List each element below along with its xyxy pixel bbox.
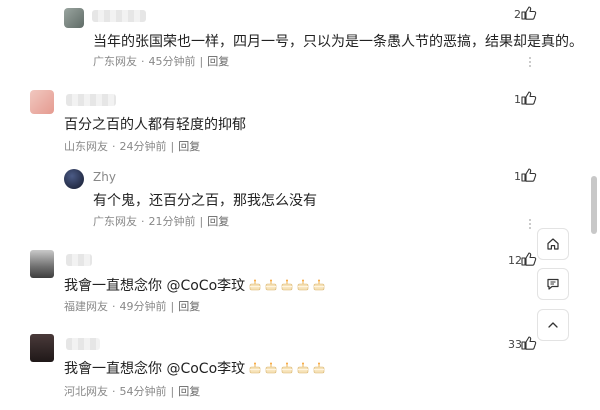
cake-emoji [313, 279, 325, 291]
comment-icon [547, 278, 559, 290]
location-label: 广东网友 [93, 215, 137, 228]
home-button[interactable] [537, 228, 569, 260]
comment-meta: 福建网友 · 49分钟前 | 回复 [64, 300, 201, 313]
chevron-up-icon [548, 322, 558, 328]
avatar[interactable] [30, 334, 54, 362]
avatar[interactable] [64, 8, 84, 28]
location-label: 广东网友 [93, 55, 137, 68]
thumbs-up-icon[interactable] [521, 252, 537, 266]
username[interactable] [92, 10, 146, 22]
username[interactable] [66, 254, 92, 266]
avatar[interactable] [64, 169, 84, 189]
reply-item: Zhy 有个鬼，还百分之百，那我怎么没有 广东网友 · 21分钟前 | 回复 1 [0, 162, 590, 242]
comment-meta: 广东网友 · 21分钟前 | 回复 [93, 215, 230, 228]
home-icon [547, 238, 559, 250]
reply-button[interactable]: 回复 [207, 215, 229, 228]
comment-meta: 河北网友 · 54分钟前 | 回复 [64, 385, 201, 398]
like-count: 33 [508, 338, 522, 351]
comment-text: 有个鬼，还百分之百，那我怎么没有 [93, 193, 317, 209]
comment-item: 百分之百的人都有轻度的抑郁 山东网友 · 24分钟前 | 回复 1 [0, 82, 590, 162]
comment-text: 百分之百的人都有轻度的抑郁 [64, 117, 246, 133]
thumbs-up-icon[interactable] [521, 168, 537, 182]
location-label: 福建网友 [64, 300, 108, 313]
like-count: 12 [508, 254, 522, 267]
comment-item: 我會一直想念你 @CoCo李玟 河北网友 · 54分钟前 | 回复 33 [0, 326, 590, 410]
more-icon[interactable] [528, 56, 532, 68]
cake-emoji [265, 362, 277, 374]
time-label: 54分钟前 [119, 385, 167, 398]
username[interactable] [66, 338, 100, 350]
avatar[interactable] [30, 250, 54, 278]
more-icon[interactable] [528, 218, 532, 230]
time-label: 24分钟前 [119, 140, 167, 153]
cake-emoji [249, 279, 261, 291]
thumbs-up-icon[interactable] [521, 336, 537, 350]
reply-button[interactable]: 回复 [178, 385, 200, 398]
cake-emoji [249, 362, 261, 374]
comment-text: 当年的张国荣也一样，四月一号，只以为是一条愚人节的恶搞，结果却是真的。 [93, 34, 583, 50]
comment-item: 我會一直想念你 @CoCo李玟 福建网友 · 49分钟前 | 回复 12 [0, 242, 590, 320]
reply-button[interactable]: 回复 [178, 140, 200, 153]
scroll-top-button[interactable] [537, 309, 569, 341]
time-label: 21分钟前 [148, 215, 196, 228]
thumbs-up-icon[interactable] [521, 91, 537, 105]
comment-text: 我會一直想念你 @CoCo李玟 [64, 277, 325, 295]
reply-button[interactable]: 回复 [207, 55, 229, 68]
time-label: 49分钟前 [119, 300, 167, 313]
comment-button[interactable] [537, 268, 569, 300]
cake-emoji [297, 362, 309, 374]
thumbs-up-icon[interactable] [521, 6, 537, 20]
username[interactable]: Zhy [93, 170, 116, 184]
username[interactable] [66, 94, 116, 106]
comment-page: 当年的张国荣也一样，四月一号，只以为是一条愚人节的恶搞，结果却是真的。 广东网友… [0, 0, 600, 410]
comment-item: 当年的张国荣也一样，四月一号，只以为是一条愚人节的恶搞，结果却是真的。 广东网友… [0, 0, 590, 78]
cake-emoji [265, 279, 277, 291]
like-count: 2 [514, 8, 521, 21]
cake-emoji [281, 279, 293, 291]
comment-meta: 广东网友 · 45分钟前 | 回复 [93, 55, 230, 68]
reply-button[interactable]: 回复 [178, 300, 200, 313]
cake-emoji [313, 362, 325, 374]
like-count: 1 [514, 93, 521, 106]
scrollbar[interactable] [591, 176, 597, 234]
like-count: 1 [514, 170, 521, 183]
cake-emoji [297, 279, 309, 291]
time-label: 45分钟前 [148, 55, 196, 68]
cake-emoji [281, 362, 293, 374]
comment-meta: 山东网友 · 24分钟前 | 回复 [64, 140, 201, 153]
comment-text: 我會一直想念你 @CoCo李玟 [64, 360, 325, 378]
avatar[interactable] [30, 90, 54, 114]
location-label: 山东网友 [64, 140, 108, 153]
location-label: 河北网友 [64, 385, 108, 398]
